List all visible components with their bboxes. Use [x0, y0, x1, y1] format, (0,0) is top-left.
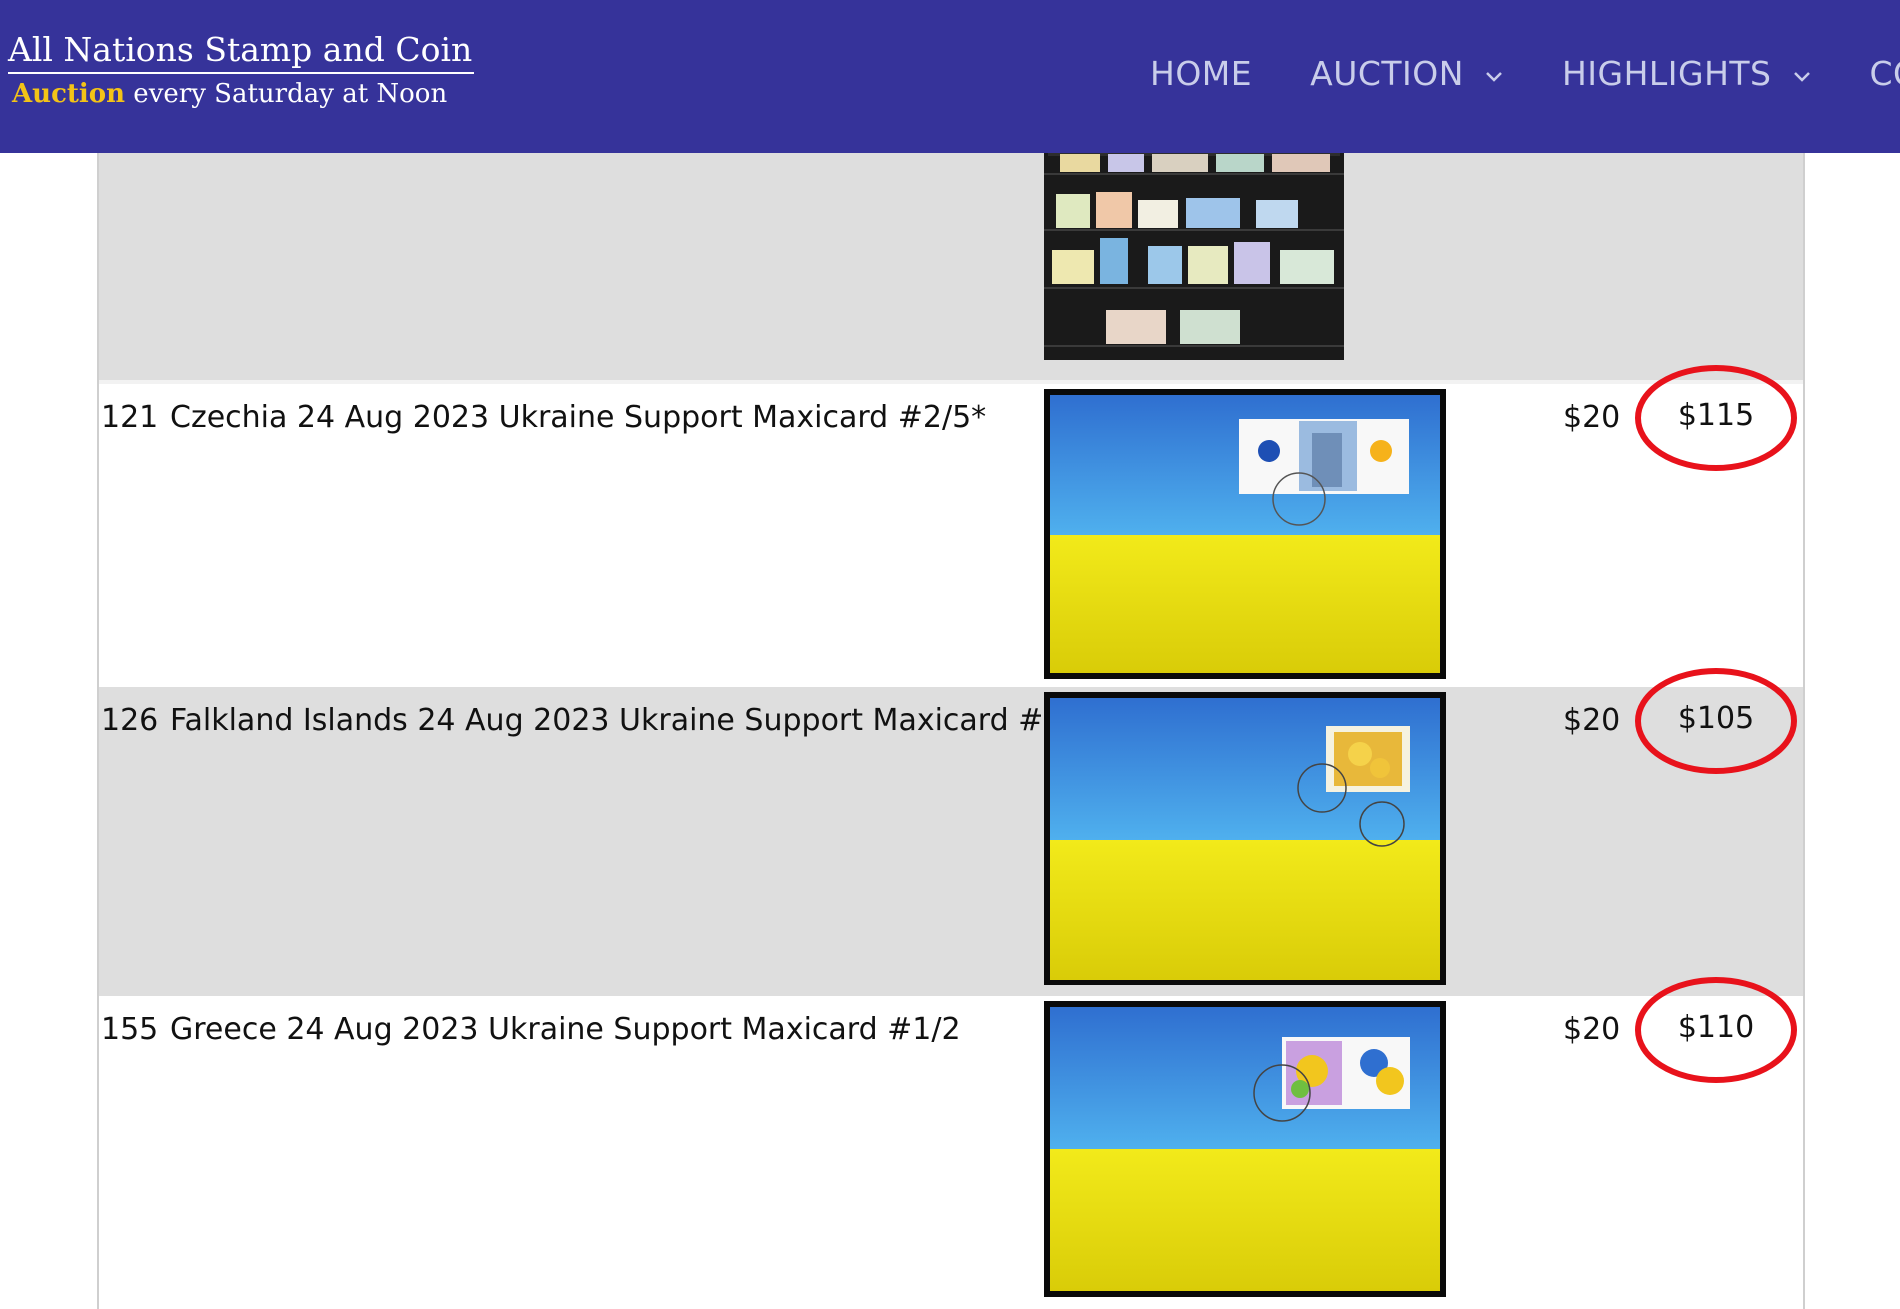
lot-image-greece-maxicard[interactable] [1044, 1001, 1446, 1297]
chevron-down-icon [1486, 72, 1502, 82]
table-row: 121 Czechia 24 Aug 2023 Ukraine Support … [99, 365, 1803, 687]
lot-description[interactable]: Greece 24 Aug 2023 Ukraine Support Maxic… [170, 1010, 961, 1050]
lot-start-price: $20 [1563, 1012, 1621, 1047]
lot-number: 121 [101, 400, 159, 435]
lot-image-falklands-maxicard[interactable] [1044, 692, 1446, 985]
lot-image-czechia-maxicard[interactable] [1044, 389, 1446, 679]
lot-realized-price-cell: $115 [1632, 362, 1800, 474]
chevron-down-icon [1793, 72, 1810, 82]
nav-item-collections[interactable]: COL [1870, 50, 1900, 98]
brand-tagline: Auction every Saturday at Noon [8, 74, 474, 114]
lot-number: 155 [101, 1012, 159, 1047]
nav-item-label: HIGHLIGHTS [1561, 54, 1772, 93]
lot-start-price: $20 [1563, 703, 1621, 738]
lot-realized-price: $105 [1677, 701, 1755, 736]
main-nav: HOME AUCTION HIGHLIGHTS COL [1150, 50, 1900, 98]
brand-tagline-rest: every Saturday at Noon [125, 79, 448, 109]
maxicard-czechia-image [1044, 389, 1446, 679]
site-header: All Nations Stamp and Coin Auction every… [0, 0, 1900, 153]
lot-description[interactable]: Czechia 24 Aug 2023 Ukraine Support Maxi… [170, 398, 986, 438]
lot-realized-price: $115 [1677, 398, 1755, 433]
brand-tagline-accent: Auction [12, 79, 126, 109]
nav-item-highlights[interactable]: HIGHLIGHTS [1562, 50, 1812, 98]
lot-start-price: $20 [1563, 400, 1621, 435]
nav-item-auction[interactable]: AUCTION [1310, 50, 1504, 98]
maxicard-falklands-image [1044, 692, 1446, 985]
site-logo[interactable]: All Nations Stamp and Coin Auction every… [8, 28, 475, 114]
lot-realized-price-cell: $105 [1632, 665, 1800, 777]
lot-realized-price: $110 [1677, 1010, 1755, 1045]
table-row: 126 Falkland Islands 24 Aug 2023 Ukraine… [99, 668, 1803, 996]
lot-image-stamp-collection[interactable] [1044, 150, 1344, 360]
lot-number: 126 [101, 703, 159, 738]
brand-title: All Nations Stamp and Coin [8, 28, 475, 74]
nav-item-label: HOME [1150, 54, 1253, 93]
nav-item-label: AUCTION [1310, 54, 1464, 93]
nav-item-home[interactable]: HOME [1150, 50, 1252, 98]
lot-realized-price-cell: $110 [1632, 974, 1800, 1086]
lot-description[interactable]: Falkland Islands 24 Aug 2023 Ukraine Sup… [170, 701, 1107, 741]
stamp-album-page-image [1044, 150, 1344, 360]
nav-item-label: COL [1869, 54, 1900, 93]
maxicard-greece-image [1044, 1001, 1446, 1297]
table-row: 155 Greece 24 Aug 2023 Ukraine Support M… [99, 977, 1803, 1309]
